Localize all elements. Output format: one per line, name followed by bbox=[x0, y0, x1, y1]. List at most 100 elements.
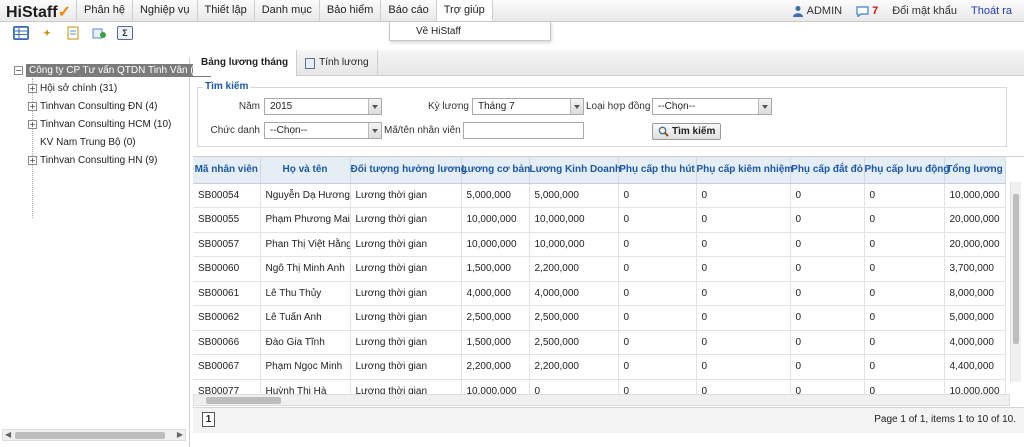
col-concurrent-allowance[interactable]: Phụ cấp kiêm nhiệm bbox=[696, 157, 793, 184]
menu-bao-cao[interactable]: Báo cáo bbox=[380, 0, 435, 22]
menu-nghiep-vu[interactable]: Nghiệp vụ bbox=[131, 0, 197, 22]
tree-node-hoi-so[interactable]: + Hội sở chính (31) bbox=[28, 80, 117, 96]
tree-node-label[interactable]: KV Nam Trung Bộ (0) bbox=[40, 137, 136, 148]
tab-calculate-salary[interactable]: Tính lương bbox=[297, 50, 378, 76]
document-icon[interactable] bbox=[65, 26, 81, 40]
title-select[interactable]: --Chọn-- bbox=[264, 122, 382, 139]
col-total-salary[interactable]: Tổng lương bbox=[944, 157, 1006, 184]
tree-horizontal-scrollbar[interactable]: ◀ ▶ bbox=[2, 429, 186, 441]
logout-link[interactable]: Thoát ra bbox=[971, 5, 1012, 17]
tree-root[interactable]: − Công ty CP Tư vấn QTDN Tinh Vân (54) bbox=[14, 62, 212, 78]
table-cell: SB00060 bbox=[193, 256, 261, 282]
table-row[interactable]: SB00054 Nguyễn Dạ Hương Lương thời gian 5,0… bbox=[193, 183, 1006, 208]
export-icon[interactable] bbox=[91, 26, 107, 40]
expand-icon[interactable]: + bbox=[28, 101, 37, 111]
user-name: ADMIN bbox=[806, 5, 843, 17]
table-row[interactable]: SB00061 Lê Thu Thủy Lương thời gian 4,000,0… bbox=[193, 281, 1006, 306]
scroll-left-icon[interactable]: ◀ bbox=[5, 430, 11, 439]
tree-node-label[interactable]: Tinhvan Consulting ĐN (4) bbox=[40, 101, 157, 112]
formula-icon[interactable]: Σ bbox=[117, 26, 133, 40]
col-salary-type[interactable]: Đối tượng hưởng lương bbox=[350, 157, 467, 184]
chevron-down-icon[interactable] bbox=[368, 123, 381, 138]
table-cell: 10,000,000 bbox=[461, 232, 530, 257]
notifications[interactable]: 7 bbox=[856, 5, 878, 17]
collapse-icon[interactable]: − bbox=[14, 65, 23, 75]
period-select[interactable]: Tháng 7 bbox=[472, 98, 584, 115]
payroll-grid: Mã nhân viên Họ và tên Đối tượng hưởng l… bbox=[193, 156, 1024, 396]
table-cell: 1,500,000 bbox=[461, 330, 530, 355]
table-cell: 0 bbox=[790, 281, 865, 306]
tree-node-label[interactable]: Tinhvan Consulting HCM (10) bbox=[40, 119, 171, 130]
col-employee-id[interactable]: Mã nhân viên bbox=[193, 157, 261, 184]
col-business-salary[interactable]: Lương Kinh Doanh bbox=[529, 157, 621, 184]
table-cell: 0 bbox=[864, 305, 945, 331]
grid-vertical-scrollbar[interactable] bbox=[1010, 182, 1021, 382]
table-cell: 0 bbox=[790, 183, 865, 208]
table-cell: 0 bbox=[790, 256, 865, 282]
col-base-salary[interactable]: Lương cơ bản bbox=[461, 157, 530, 184]
tree-node-label[interactable]: Tinhvan Consulting HN (9) bbox=[40, 155, 157, 166]
table-icon[interactable] bbox=[13, 26, 29, 40]
tree-node-hn[interactable]: + Tinhvan Consulting HN (9) bbox=[28, 152, 157, 168]
tab-monthly-payroll[interactable]: Bảng lương tháng bbox=[193, 50, 298, 76]
tab-bar: Bảng lương tháng Tính lương bbox=[193, 50, 1024, 76]
change-password-link[interactable]: Đổi mật khẩu bbox=[892, 5, 957, 17]
table-row[interactable]: SB00062 Lê Tuấn Anh Lương thời gian 2,500,0… bbox=[193, 305, 1006, 331]
tools-icon[interactable]: ✦ bbox=[39, 26, 55, 40]
tree-node-label[interactable]: Hội sở chính (31) bbox=[40, 83, 117, 94]
table-cell: SB00057 bbox=[193, 232, 261, 257]
table-cell: 8,000,000 bbox=[944, 281, 1006, 306]
scroll-thumb[interactable] bbox=[206, 397, 281, 404]
year-select[interactable]: 2015 bbox=[264, 98, 382, 115]
table-row[interactable]: SB00067 Phạm Ngọc Minh Lương thời gian 2,20… bbox=[193, 354, 1006, 380]
tree-node-nam-trung-bo[interactable]: KV Nam Trung Bộ (0) bbox=[28, 134, 136, 150]
histaff-logo[interactable]: HiStaff✓ bbox=[6, 2, 71, 22]
col-mobile-allowance[interactable]: Phụ cấp lưu động bbox=[864, 157, 950, 184]
expand-icon[interactable]: + bbox=[28, 83, 37, 93]
chevron-down-icon[interactable] bbox=[368, 99, 381, 114]
table-cell: Ngô Thị Minh Anh bbox=[260, 256, 351, 282]
tree-node-dn[interactable]: + Tinhvan Consulting ĐN (4) bbox=[28, 98, 157, 114]
table-row[interactable]: SB00066 Đào Gia Tĩnh Lương thời gian 1,500,… bbox=[193, 330, 1006, 355]
menu-danh-muc[interactable]: Danh mục bbox=[253, 0, 319, 22]
col-expensive-allowance[interactable]: Phụ cấp đắt đỏ bbox=[790, 157, 865, 184]
org-tree: − Công ty CP Tư vấn QTDN Tinh Vân (54) +… bbox=[0, 58, 212, 447]
main-menu: Phân hệ Nghiệp vụ Thiết lập Danh mục Bảo… bbox=[76, 0, 493, 22]
table-row[interactable]: SB00055 Phạm Phương Mai Lương thời gian 10,… bbox=[193, 207, 1006, 233]
contract-value: --Chọn-- bbox=[658, 101, 696, 112]
menu-thiet-lap[interactable]: Thiết lập bbox=[196, 0, 254, 22]
col-full-name[interactable]: Họ và tên bbox=[260, 157, 351, 184]
expand-icon[interactable]: + bbox=[28, 155, 37, 165]
table-cell: SB00066 bbox=[193, 330, 261, 355]
expand-icon[interactable]: + bbox=[28, 119, 37, 129]
table-cell: 0 bbox=[790, 207, 865, 233]
tree-root-label[interactable]: Công ty CP Tư vấn QTDN Tinh Vân (54) bbox=[26, 63, 212, 77]
menu-bao-hiem[interactable]: Bảo hiểm bbox=[318, 0, 380, 22]
table-cell: Phạm Phương Mai bbox=[260, 207, 351, 233]
logo-check-icon: ✓ bbox=[57, 4, 71, 21]
tree-node-hcm[interactable]: + Tinhvan Consulting HCM (10) bbox=[28, 116, 171, 132]
table-row[interactable]: SB00060 Ngô Thị Minh Anh Lương thời gian 1,… bbox=[193, 256, 1006, 282]
chevron-down-icon[interactable] bbox=[758, 99, 771, 114]
scroll-thumb[interactable] bbox=[1013, 194, 1019, 344]
employee-input[interactable] bbox=[463, 122, 584, 139]
chevron-down-icon[interactable] bbox=[570, 99, 583, 114]
user-menu[interactable]: ADMIN bbox=[792, 5, 842, 17]
tab-label: Tính lương bbox=[319, 57, 369, 68]
table-cell: Lương thời gian bbox=[350, 354, 462, 380]
table-cell: Lương thời gian bbox=[350, 232, 462, 257]
scroll-right-icon[interactable]: ▶ bbox=[177, 430, 183, 439]
contract-select[interactable]: --Chọn-- bbox=[652, 98, 772, 115]
table-cell: 0 bbox=[864, 183, 945, 208]
table-row[interactable]: SB00057 Phan Thị Việt Hằng Lương thời gian… bbox=[193, 232, 1006, 257]
search-button[interactable]: Tìm kiếm bbox=[652, 123, 722, 140]
page-number-button[interactable]: 1 bbox=[202, 412, 215, 427]
contract-label: Loại hợp đồng bbox=[586, 101, 651, 112]
menu-phan-he[interactable]: Phân hệ bbox=[76, 0, 132, 22]
dropdown-item-about[interactable]: Về HiStaff bbox=[390, 22, 550, 37]
chat-bubble-icon bbox=[856, 5, 869, 17]
grid-horizontal-scrollbar[interactable] bbox=[193, 394, 1010, 406]
scroll-thumb[interactable] bbox=[15, 432, 165, 439]
menu-tro-giup[interactable]: Trợ giúp bbox=[435, 0, 493, 22]
col-attraction-allowance[interactable]: Phụ cấp thu hút bbox=[618, 157, 697, 184]
